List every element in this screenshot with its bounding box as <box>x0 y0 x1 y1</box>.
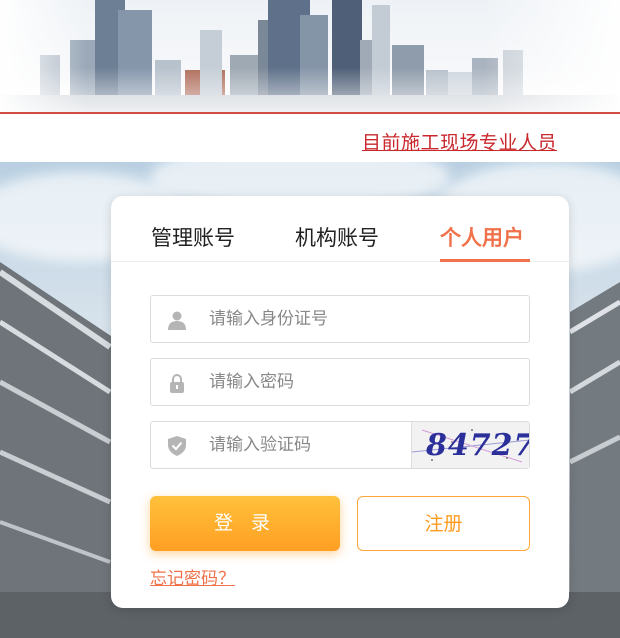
register-button[interactable]: 注册 <box>357 496 530 551</box>
lock-icon <box>170 374 184 393</box>
forgot-password-link[interactable]: 忘记密码？ <box>150 564 235 589</box>
banner-fade-overlay <box>0 0 620 112</box>
user-icon <box>168 311 186 330</box>
id-number-field <box>150 295 530 343</box>
password-input[interactable] <box>209 359 509 405</box>
tab-admin-account[interactable]: 管理账号 <box>151 222 235 252</box>
notice-marquee-link[interactable]: 目前施工现场专业人员 <box>362 128 576 155</box>
captcha-code: 84727 <box>426 428 529 463</box>
password-field <box>150 358 530 406</box>
tab-personal-user[interactable]: 个人用户 <box>440 222 524 252</box>
login-button[interactable]: 登 录 <box>150 496 340 551</box>
id-number-input[interactable] <box>209 296 509 342</box>
tab-organization-account[interactable]: 机构账号 <box>295 222 379 252</box>
header-banner <box>0 0 620 112</box>
shield-check-icon <box>168 436 186 456</box>
active-tab-indicator <box>440 259 530 262</box>
login-card: 管理账号 机构账号 个人用户 请输入身份证号 请输入验证码 84727 登 录 … <box>111 196 569 608</box>
captcha-image[interactable]: 84727 <box>411 422 529 468</box>
captcha-field: 84727 <box>150 421 530 469</box>
login-tabs: 管理账号 机构账号 个人用户 <box>111 196 569 262</box>
